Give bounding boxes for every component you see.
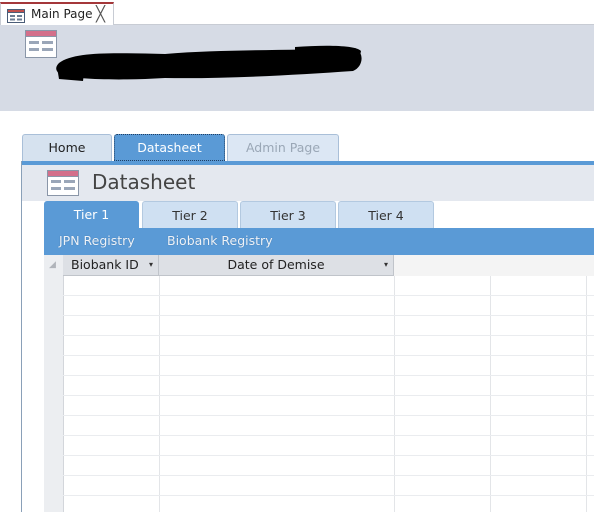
grid-column-line <box>490 276 491 512</box>
select-all-icon[interactable]: ◢ <box>49 260 56 270</box>
grid-row-line <box>63 495 594 496</box>
datasheet-grid[interactable]: ◢ Biobank ID ▾ Date of Demise ▾ <box>44 255 594 512</box>
tab-datasheet[interactable]: Datasheet <box>114 134 225 161</box>
column-label-biobank-id: Biobank ID <box>71 257 139 272</box>
registry-tabs-bar: JPN Registry Biobank Registry <box>44 228 594 255</box>
form-header-icon <box>25 30 57 62</box>
chevron-down-icon[interactable]: ▾ <box>384 255 388 275</box>
grid-row-line <box>63 475 594 476</box>
grid-row-line <box>63 315 594 316</box>
column-header-biobank-id[interactable]: Biobank ID ▾ <box>63 255 159 276</box>
grid-row-line <box>63 355 594 356</box>
subform-left-border <box>21 161 22 512</box>
tab-biobank-registry[interactable]: Biobank Registry <box>167 233 273 248</box>
tab-home[interactable]: Home <box>22 134 112 161</box>
tab-tier-2[interactable]: Tier 2 <box>142 201 238 229</box>
document-tab-label: Main Page <box>31 7 93 21</box>
datasheet-header: Datasheet <box>22 165 594 201</box>
section-title: Datasheet <box>92 170 196 194</box>
close-icon[interactable]: ╳ <box>96 5 105 23</box>
tab-tier-4[interactable]: Tier 4 <box>338 201 434 229</box>
grid-row-line <box>63 395 594 396</box>
form-header <box>0 25 594 111</box>
grid-row-line <box>63 295 594 296</box>
column-label-date-of-demise: Date of Demise <box>227 257 325 272</box>
tab-tier-1[interactable]: Tier 1 <box>44 201 139 229</box>
grid-row-line <box>63 435 594 436</box>
column-header-date-of-demise[interactable]: Date of Demise ▾ <box>159 255 394 276</box>
grid-row-line <box>63 375 594 376</box>
grid-row-line <box>63 455 594 456</box>
tab-admin-page[interactable]: Admin Page <box>227 134 339 161</box>
redacted-title <box>55 45 365 89</box>
chevron-down-icon[interactable]: ▾ <box>149 255 153 275</box>
grid-column-line <box>394 276 395 512</box>
record-selector-column[interactable]: ◢ <box>44 255 64 512</box>
tab-tier-3[interactable]: Tier 3 <box>240 201 336 229</box>
datasheet-form-icon <box>47 170 79 200</box>
grid-row-line <box>63 415 594 416</box>
document-tab-main-page[interactable]: Main Page ╳ <box>0 2 114 25</box>
grid-row-line <box>63 335 594 336</box>
grid-header-row: Biobank ID ▾ Date of Demise ▾ <box>63 255 594 276</box>
tab-jpn-registry[interactable]: JPN Registry <box>59 233 135 248</box>
grid-column-line <box>586 276 587 512</box>
grid-column-line <box>159 276 160 512</box>
